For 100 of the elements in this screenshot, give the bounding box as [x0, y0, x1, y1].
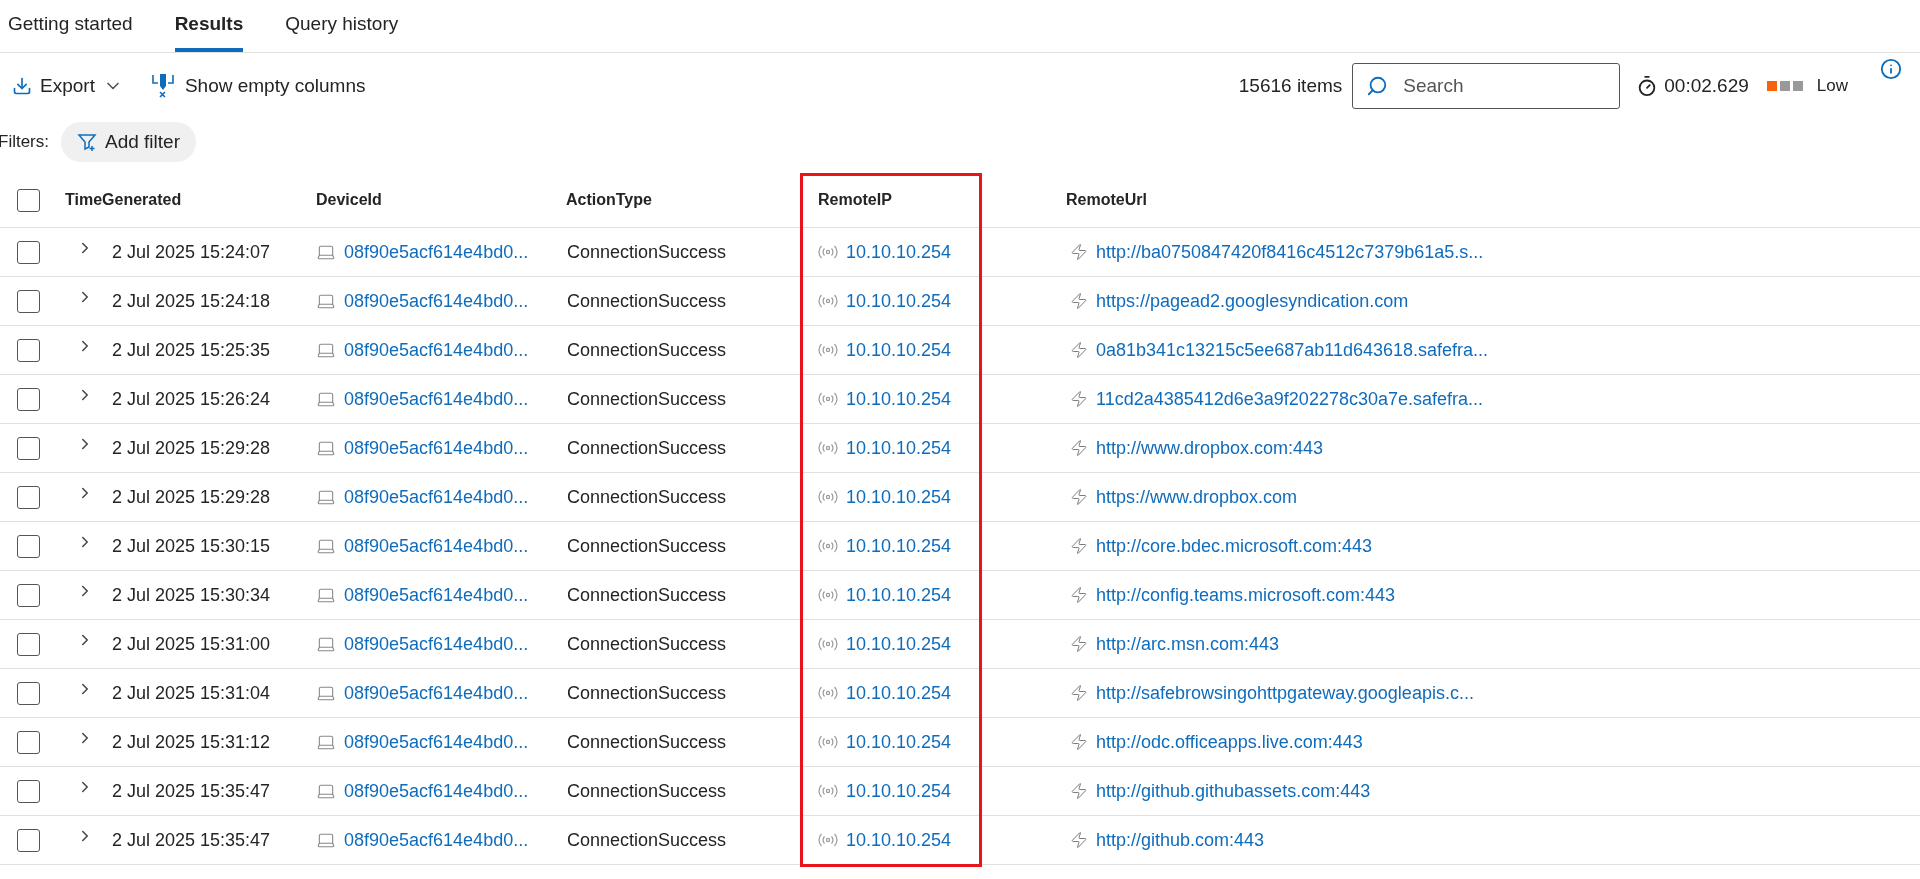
ip-link[interactable]: 10.10.10.254	[846, 728, 952, 756]
table-cell-text: ConnectionSuccess	[566, 240, 728, 264]
ip-link[interactable]: 10.10.10.254	[846, 434, 952, 462]
table-cell-text: ConnectionSuccess	[566, 779, 728, 803]
device-link[interactable]: 08f90e5acf614e4bd0...	[344, 483, 529, 511]
row-checkbox[interactable]	[17, 240, 40, 264]
lightning-icon	[1070, 243, 1088, 261]
device-link[interactable]: 08f90e5acf614e4bd0...	[344, 287, 529, 315]
signal-broadcast-icon	[818, 784, 838, 798]
row-checkbox[interactable]	[17, 338, 40, 362]
url-link[interactable]: https://pagead2.googlesyndication.com	[1096, 287, 1409, 315]
signal-broadcast-icon	[818, 588, 838, 602]
table-cell-text: 2 Jul 2025 15:24:18	[112, 289, 271, 313]
url-link[interactable]: http://www.dropbox.com:443	[1096, 434, 1324, 462]
ip-link[interactable]: 10.10.10.254	[846, 581, 952, 609]
url-link[interactable]: http://github.githubassets.com:443	[1096, 777, 1371, 805]
url-link[interactable]: http://arc.msn.com:443	[1096, 630, 1280, 658]
row-checkbox[interactable]	[17, 534, 40, 558]
signal-broadcast-icon	[818, 245, 838, 259]
signal-broadcast-icon	[818, 637, 838, 651]
column-header[interactable]: RemoteUrl	[1060, 188, 1920, 212]
query-duration: 00:02.629	[1664, 73, 1749, 98]
info-icon[interactable]	[1880, 58, 1902, 80]
search-field[interactable]: Search	[1352, 63, 1621, 109]
row-checkbox[interactable]	[17, 289, 40, 313]
device-link[interactable]: 08f90e5acf614e4bd0...	[344, 385, 529, 413]
table-cell-text: 2 Jul 2025 15:35:47	[112, 828, 271, 852]
search-icon	[1366, 75, 1389, 97]
url-link[interactable]: 0a81b341c13215c5ee687ab11d643618.safefra...	[1096, 336, 1489, 364]
table-cell-text: 2 Jul 2025 15:35:47	[112, 779, 271, 803]
table-cell-text: ConnectionSuccess	[566, 289, 728, 313]
device-link[interactable]: 08f90e5acf614e4bd0...	[344, 679, 529, 707]
lightning-icon	[1070, 537, 1088, 555]
table-cell-text: 2 Jul 2025 15:26:24	[112, 387, 271, 411]
show-empty-columns-button[interactable]: Show empty columns	[150, 71, 366, 101]
column-header[interactable]: ActionType	[560, 188, 810, 212]
url-link[interactable]: http://core.bdec.microsoft.com:443	[1096, 532, 1373, 560]
performance-label: Low	[1816, 75, 1848, 98]
lightning-icon	[1070, 488, 1088, 506]
column-header[interactable]: RemoteIP	[810, 188, 1060, 212]
row-checkbox[interactable]	[17, 730, 40, 754]
signal-broadcast-icon	[818, 735, 838, 749]
ip-link[interactable]: 10.10.10.254	[846, 679, 952, 707]
signal-broadcast-icon	[818, 294, 838, 308]
export-button[interactable]: Export	[12, 71, 123, 101]
row-checkbox[interactable]	[17, 436, 40, 460]
table-cell-text: ConnectionSuccess	[566, 534, 728, 558]
ip-link[interactable]: 10.10.10.254	[846, 777, 952, 805]
add-filter-button[interactable]: Add filter	[61, 122, 196, 162]
url-link[interactable]: http://ba0750847420f8416c4512c7379b61a5.s...	[1096, 238, 1484, 266]
signal-broadcast-icon	[818, 539, 838, 553]
row-checkbox[interactable]	[17, 632, 40, 656]
table-cell-text: ConnectionSuccess	[566, 632, 728, 656]
device-link[interactable]: 08f90e5acf614e4bd0...	[344, 532, 529, 560]
ip-link[interactable]: 10.10.10.254	[846, 630, 952, 658]
ip-link[interactable]: 10.10.10.254	[846, 287, 952, 315]
signal-broadcast-icon	[818, 343, 838, 357]
table-cell-text: 2 Jul 2025 15:29:28	[112, 436, 271, 460]
device-link[interactable]: 08f90e5acf614e4bd0...	[344, 238, 529, 266]
device-link[interactable]: 08f90e5acf614e4bd0...	[344, 728, 529, 756]
row-checkbox[interactable]	[17, 387, 40, 411]
url-link[interactable]: https://www.dropbox.com	[1096, 483, 1298, 511]
tab[interactable]: Getting started	[8, 9, 133, 52]
url-link[interactable]: http://github.com:443	[1096, 826, 1265, 854]
ip-link[interactable]: 10.10.10.254	[846, 385, 952, 413]
row-checkbox[interactable]	[17, 828, 40, 852]
table-cell-text: ConnectionSuccess	[566, 387, 728, 411]
device-link[interactable]: 08f90e5acf614e4bd0...	[344, 630, 529, 658]
column-header[interactable]: DeviceId	[310, 188, 560, 212]
column-header[interactable]: TimeGenerated	[60, 188, 310, 212]
ip-link[interactable]: 10.10.10.254	[846, 238, 952, 266]
row-checkbox[interactable]	[17, 779, 40, 803]
lightning-icon	[1070, 782, 1088, 800]
device-link[interactable]: 08f90e5acf614e4bd0...	[344, 434, 529, 462]
table-cell-text: ConnectionSuccess	[566, 338, 728, 362]
ip-link[interactable]: 10.10.10.254	[846, 532, 952, 560]
ip-link[interactable]: 10.10.10.254	[846, 336, 952, 364]
url-link[interactable]: http://config.teams.microsoft.com:443	[1096, 581, 1396, 609]
device-link[interactable]: 08f90e5acf614e4bd0...	[344, 777, 529, 805]
table-cell-text: ConnectionSuccess	[566, 681, 728, 705]
lightning-icon	[1070, 635, 1088, 653]
row-checkbox[interactable]	[17, 188, 40, 212]
tab[interactable]: Results	[174, 9, 244, 52]
ip-link[interactable]: 10.10.10.254	[846, 826, 952, 854]
url-link[interactable]: 11cd2a4385412d6e3a9f202278c30a7e.safefra...	[1096, 385, 1483, 413]
ip-link[interactable]: 10.10.10.254	[846, 483, 952, 511]
url-link[interactable]: http://safebrowsingohttpgateway.googleapis.c...	[1096, 679, 1474, 707]
device-link[interactable]: 08f90e5acf614e4bd0...	[344, 581, 529, 609]
row-checkbox[interactable]	[17, 485, 40, 509]
device-link[interactable]: 08f90e5acf614e4bd0...	[344, 826, 529, 854]
lightning-icon	[1070, 439, 1088, 457]
table-cell-text: 2 Jul 2025 15:30:34	[112, 583, 271, 607]
lightning-icon	[1070, 733, 1088, 751]
tab[interactable]: Query history	[285, 9, 399, 52]
table-cell-text: 2 Jul 2025 15:31:00	[112, 632, 271, 656]
lightning-icon	[1070, 831, 1088, 849]
url-link[interactable]: http://odc.officeapps.live.com:443	[1096, 728, 1363, 756]
row-checkbox[interactable]	[17, 583, 40, 607]
row-checkbox[interactable]	[17, 681, 40, 705]
device-link[interactable]: 08f90e5acf614e4bd0...	[344, 336, 529, 364]
